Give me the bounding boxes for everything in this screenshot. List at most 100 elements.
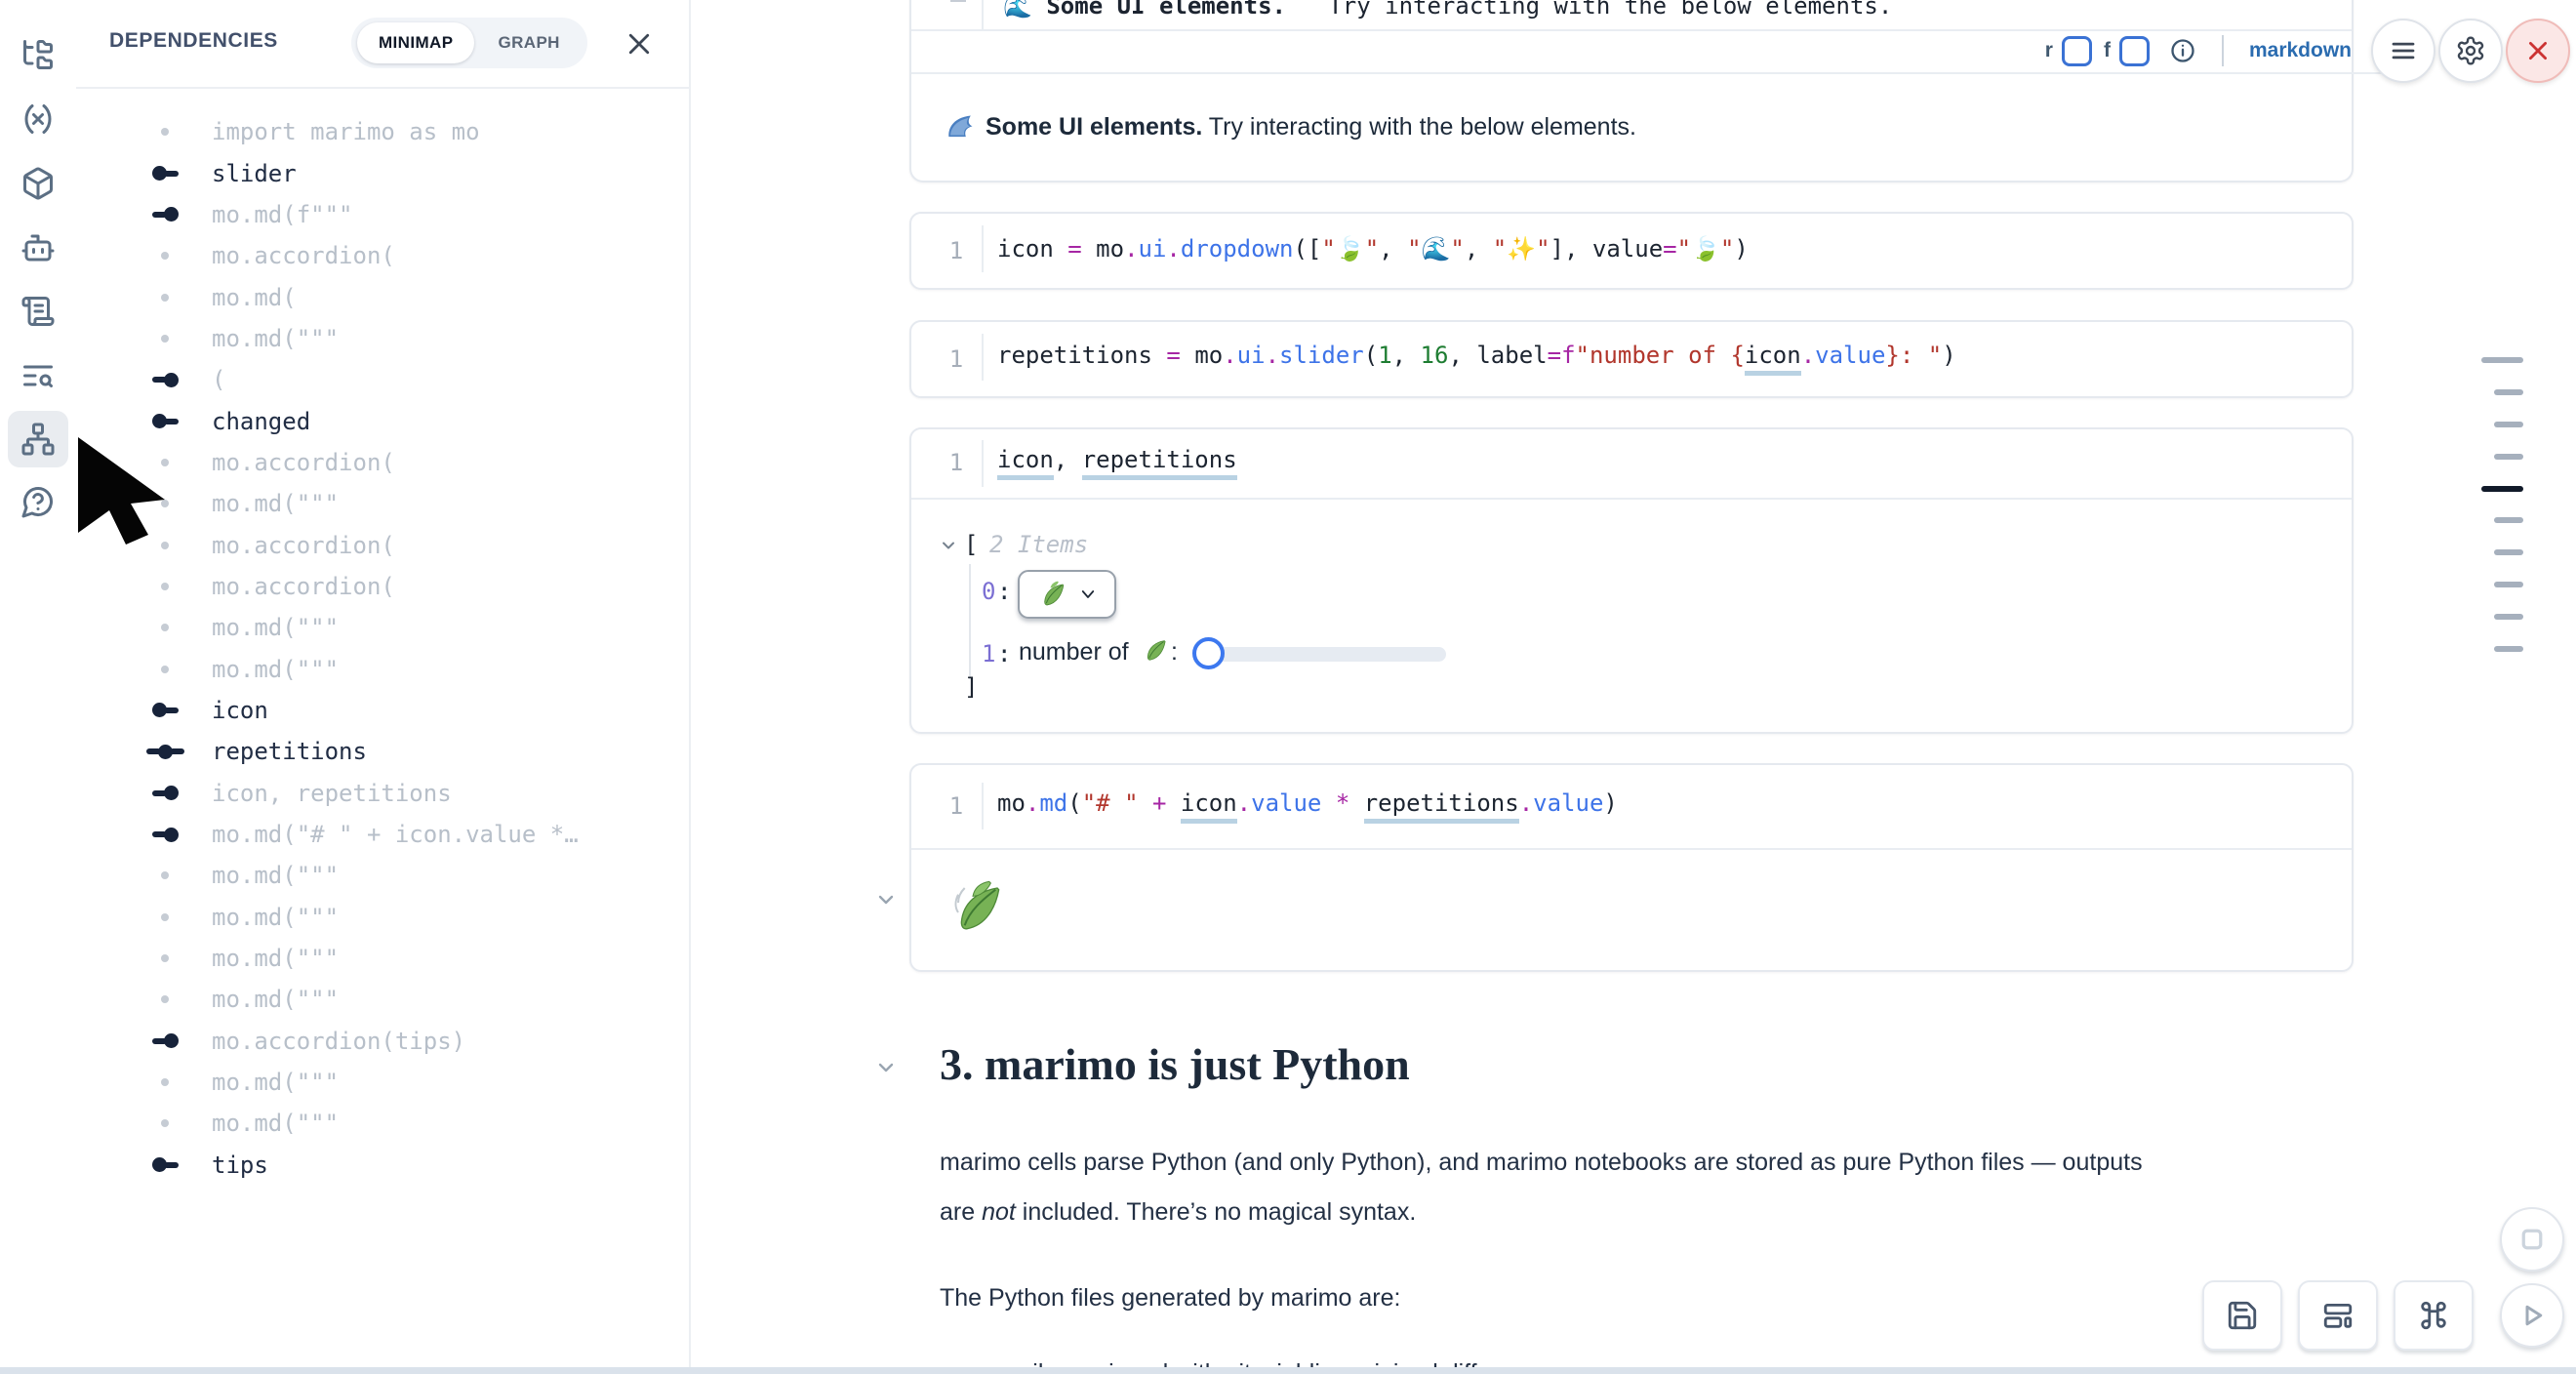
minimap-cell-row[interactable]: mo.md(""" [76, 1062, 687, 1103]
minimap-cell-row[interactable]: mo.md(""" [76, 1103, 687, 1144]
scroll-dash[interactable] [2494, 389, 2523, 395]
minimap-cell-label: mo.md(""" [212, 490, 339, 517]
search-logs-icon[interactable] [8, 347, 68, 404]
minimap-cell-row[interactable]: icon [76, 690, 687, 731]
code-line[interactable]: repetitions = mo.ui.slider(1, 16, label=… [997, 342, 1956, 369]
code-cell-dropdown[interactable]: 1 icon = mo.ui.dropdown(["🍃", "🌊", "✨"],… [909, 212, 2354, 290]
minimap-cell-row[interactable]: mo.accordion(tips) [76, 1021, 687, 1062]
minimap-cell-row[interactable]: slider [76, 152, 687, 193]
minimap-cell-row[interactable]: icon, repetitions [76, 773, 687, 814]
scroll-dash[interactable] [2494, 517, 2523, 523]
slider-thumb[interactable] [1192, 637, 1225, 669]
code-line[interactable]: mo.md("# " + icon.value * repetitions.va… [997, 789, 1618, 817]
run-all-button[interactable] [2500, 1283, 2564, 1348]
snippets-icon[interactable] [8, 283, 68, 340]
dependencies-icon[interactable] [8, 411, 68, 467]
code-cell-tuple: 1 icon, repetitions [ 2 Items 0 : 1 : nu… [909, 427, 2354, 734]
slider-label: number of [1019, 638, 1129, 667]
view-toggle: MINIMAP GRAPH [351, 18, 587, 68]
settings-gear-button[interactable] [2438, 19, 2503, 83]
minimap-cell-row[interactable]: mo.md(""" [76, 897, 687, 938]
minimap-cell-row[interactable]: mo.md(f""" [76, 194, 687, 235]
scroll-dash-active[interactable] [2481, 486, 2523, 492]
tab-graph[interactable]: GRAPH [476, 22, 581, 63]
scroll-dash[interactable] [2494, 646, 2523, 652]
bottom-edge-strip [0, 1367, 2576, 1374]
markdown-cell-editor[interactable]: 🌊 Some UI elements. Try interacting with… [911, 0, 2352, 31]
minimap-cell-label: import marimo as mo [212, 118, 480, 145]
cell-graph-marker [135, 995, 195, 1003]
layout-button[interactable] [2298, 1280, 2378, 1351]
tab-minimap[interactable]: MINIMAP [357, 22, 474, 63]
minimap-cell-row[interactable]: mo.accordion( [76, 566, 687, 607]
cell-graph-marker [135, 128, 195, 136]
collapse-chevron-icon[interactable] [939, 536, 958, 555]
scroll-dash[interactable] [2494, 582, 2523, 587]
stop-button[interactable] [2500, 1207, 2564, 1272]
minimap-cell-label: mo.md(""" [212, 862, 339, 889]
cell-graph-marker [135, 1157, 195, 1172]
keyboard-shortcuts-button[interactable] [2394, 1280, 2474, 1351]
line-number: 1 [939, 449, 974, 476]
minimap-cell-row[interactable]: mo.md(""" [76, 979, 687, 1020]
section-paragraph-2: The Python files generated by marimo are… [940, 1273, 1400, 1323]
cell-graph-marker [135, 786, 195, 800]
minimap-cell-row[interactable]: repetitions [76, 731, 687, 772]
tuple-cell-editor[interactable]: 1 icon, repetitions [911, 429, 2352, 500]
minimap-cell-row[interactable]: mo.md( [76, 276, 687, 317]
output-rest-text: Try interacting with the below elements. [1202, 113, 1636, 141]
scroll-dash[interactable] [2481, 357, 2523, 363]
dependencies-panel: DEPENDENCIES MINIMAP GRAPH import marimo… [76, 0, 691, 1367]
minimap-cell-row[interactable]: mo.md("# " + icon.value *… [76, 814, 687, 855]
help-icon[interactable] [8, 473, 68, 530]
ai-assistant-icon[interactable] [8, 220, 68, 276]
reactive-checkbox[interactable] [2062, 36, 2092, 66]
scroll-dash[interactable] [2494, 614, 2523, 620]
scroll-dash[interactable] [2494, 422, 2523, 427]
notebook-menu-button[interactable] [2371, 19, 2435, 83]
minimap-cell-label: mo.md("# " + icon.value *… [212, 821, 579, 848]
cell-graph-marker [135, 583, 195, 590]
minimap-cell-row[interactable]: mo.accordion( [76, 235, 687, 276]
minimap-cell-label: mo.md(""" [212, 1110, 339, 1137]
cell-graph-marker [135, 373, 195, 387]
scroll-dash[interactable] [2494, 549, 2523, 555]
section-collapse-chevron-icon[interactable] [874, 1056, 898, 1079]
file-tree-icon[interactable] [8, 26, 68, 83]
line-number: 1 [939, 792, 974, 820]
variables-icon[interactable] [8, 91, 68, 147]
slider-track[interactable] [1209, 647, 1446, 662]
panel-title: DEPENDENCIES [109, 29, 278, 53]
shutdown-close-button[interactable] [2506, 19, 2570, 83]
frozen-checkbox[interactable] [2119, 36, 2150, 66]
markdown-mode-link[interactable]: markdown [2249, 39, 2352, 62]
minimap-cell-row[interactable]: mo.md(""" [76, 938, 687, 979]
save-button[interactable] [2202, 1280, 2282, 1351]
cell-graph-marker [135, 294, 195, 302]
scroll-dash[interactable] [2494, 454, 2523, 460]
cell-graph-marker [135, 1033, 195, 1048]
minimap-cell-label: mo.accordion( [212, 532, 395, 559]
info-icon[interactable] [2169, 37, 2196, 64]
code-line[interactable]: icon = mo.ui.dropdown(["🍃", "🌊", "✨"], v… [997, 235, 1749, 263]
code-cell-slider[interactable]: 1 repetitions = mo.ui.slider(1, 16, labe… [909, 320, 2354, 398]
minimap-cell-label: mo.md(""" [212, 325, 339, 352]
minimap-cell-row[interactable]: mo.md(""" [76, 607, 687, 648]
minimap-cell-row[interactable]: mo.md(""" [76, 648, 687, 689]
bracket-open: [ [964, 531, 978, 558]
packages-icon[interactable] [8, 155, 68, 212]
minimap-cell-row[interactable]: ( [76, 359, 687, 400]
dropdown-widget[interactable] [1018, 570, 1116, 619]
close-panel-icon[interactable] [624, 29, 654, 59]
code-line[interactable]: icon, repetitions [997, 446, 1237, 473]
minimap-cell-row[interactable]: import marimo as mo [76, 111, 687, 152]
bracket-close: ] [964, 673, 978, 701]
minimap-cell-row[interactable]: mo.md(""" [76, 318, 687, 359]
minimap-cell-label: changed [212, 408, 310, 435]
minimap-cell-row[interactable]: mo.md(""" [76, 855, 687, 896]
minimap-cell-label: icon [212, 697, 268, 724]
cell-collapse-chevron-icon[interactable] [874, 888, 898, 911]
minimap-cell-row[interactable]: tips [76, 1145, 687, 1186]
md-concat-editor[interactable]: 1 mo.md("# " + icon.value * repetitions.… [911, 765, 2352, 850]
cell-graph-marker [135, 207, 195, 222]
